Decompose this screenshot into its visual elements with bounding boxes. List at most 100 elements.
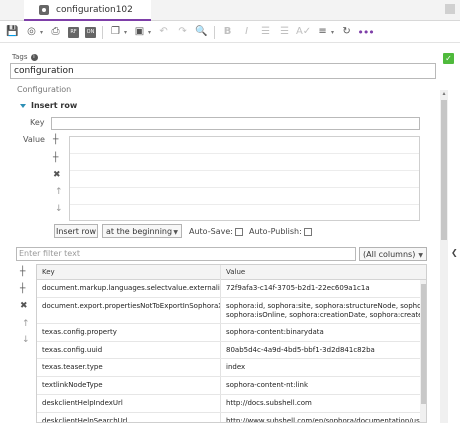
editor-toolbar: 💾 ◎ ▾ ⎙ RF ON ❐ ▾ ▣ ▾ ↶ ↷ 🔍 B I ☰ ☰ A✓ ≡… [0, 22, 460, 43]
image-dropdown-icon[interactable]: ▾ [148, 29, 151, 36]
cell-value: sophora:id, sophora:site, sophora:struct… [220, 297, 426, 323]
add-row-above-icon[interactable]: ┼ [53, 136, 58, 145]
info-icon[interactable]: i [30, 53, 38, 61]
cell-value-line: sophora-content-nt:link [226, 381, 309, 390]
italic-icon[interactable]: I [240, 26, 253, 39]
cell-value: 72f9afa3-c14f-3705-b2d1-22ec609a1c1a [220, 280, 426, 297]
cell-value-line: http://www.subshell.com/en/sophora/docum… [226, 416, 426, 423]
table-row[interactable]: texas.config.uuid 80ab5d4c-4a9d-4bd5-bbf1… [37, 341, 426, 360]
refresh-icon[interactable]: ↻ [340, 26, 353, 39]
undo-icon[interactable]: ↶ [157, 26, 170, 39]
insert-row-heading: Insert row [31, 101, 78, 110]
window-control[interactable] [445, 4, 455, 14]
scroll-up-icon[interactable]: ▴ [440, 90, 448, 98]
auto-publish-checkbox[interactable] [303, 227, 312, 236]
table-scrollbar[interactable] [420, 280, 426, 422]
find-icon[interactable]: 🔍 [195, 26, 208, 39]
align-dropdown-icon[interactable]: ▾ [331, 29, 334, 36]
cell-value-line: http://docs.subshell.com [226, 399, 312, 407]
cell-key: texas.teaser.type [42, 363, 103, 372]
bold-icon[interactable]: B [221, 26, 234, 39]
more-icon[interactable]: ••• [357, 26, 374, 39]
key-value-table: Key Value document.markup.languages.sele… [36, 264, 427, 423]
delete-row-icon[interactable]: ✖ [53, 171, 61, 180]
tags-input[interactable]: configuration [10, 63, 436, 79]
auto-publish-label: Auto-Publish: [249, 227, 302, 236]
print-icon[interactable]: ⎙ [49, 26, 62, 39]
cell-value-line: sophora-content:binarydata [226, 327, 324, 336]
auto-save-label: Auto-Save: [189, 227, 233, 236]
value-grid[interactable] [69, 136, 420, 221]
auto-save-option[interactable]: Auto-Save: [189, 227, 243, 236]
cell-value: http://docs.subshell.com [220, 395, 426, 412]
tab-title: configuration102 [56, 4, 133, 15]
auto-publish-option[interactable]: Auto-Publish: [249, 227, 312, 236]
grid-line [70, 170, 419, 171]
auto-save-checkbox[interactable] [234, 227, 243, 236]
cell-value-line: 72f9afa3-c14f-3705-b2d1-22ec609a1c1a [226, 284, 370, 292]
add-row-below-icon[interactable]: ┼ [20, 285, 25, 294]
image-icon[interactable]: ▣ [133, 26, 146, 39]
move-down-icon[interactable]: ↓ [22, 336, 30, 345]
cell-key: deskclientHelpIndexUrl [42, 399, 123, 407]
table-row[interactable]: document.markup.languages.selectvalue.ex… [37, 280, 426, 298]
cell-value-line: index [226, 363, 246, 372]
add-row-below-icon[interactable]: ┼ [53, 154, 58, 163]
on-icon[interactable]: ON [85, 26, 97, 38]
move-down-icon[interactable]: ↓ [55, 205, 63, 214]
spellcheck-icon[interactable]: A✓ [296, 26, 311, 39]
key-label: Key [30, 118, 45, 127]
table-row[interactable]: textlinkNodeType sophora-content-nt:link [37, 377, 426, 395]
filter-input[interactable]: Enter filter text [16, 247, 356, 261]
table-row[interactable]: deskclientHelpSearchUrl http://www.subshe… [37, 412, 426, 423]
cell-value: sophora-content:binarydata [220, 323, 426, 341]
cell-key: document.markup.languages.selectvalue.ex… [42, 284, 220, 292]
form-scrollbar[interactable]: ▴ [440, 90, 448, 423]
save-icon[interactable]: 💾 [6, 26, 19, 39]
copy-icon[interactable]: ❐ [109, 26, 122, 39]
move-up-icon[interactable]: ↑ [22, 320, 30, 329]
section-label: Configuration [17, 85, 72, 94]
tab-bar: configuration102 [0, 0, 460, 21]
scrollbar-thumb[interactable] [441, 100, 447, 240]
bullet-list-icon[interactable]: ☰ [259, 26, 272, 39]
cell-key: document.export.propertiesNotToExportInS… [42, 301, 220, 310]
cell-value: sophora-content-nt:link [220, 377, 426, 394]
copy-dropdown-icon[interactable]: ▾ [124, 29, 127, 36]
chevron-down-icon: ▼ [418, 252, 423, 259]
valid-check-icon[interactable]: ✓ [443, 53, 454, 64]
globe-dropdown-icon[interactable]: ▾ [40, 29, 43, 36]
move-up-icon[interactable]: ↑ [55, 188, 63, 197]
cell-key: deskclientHelpSearchUrl [42, 416, 128, 423]
key-input[interactable] [51, 117, 420, 130]
toolbar-separator [102, 25, 104, 39]
grid-line [70, 153, 419, 154]
table-scrollbar-thumb[interactable] [421, 284, 426, 404]
position-select-value: at the beginning [106, 226, 173, 236]
chevron-down-icon: ▼ [173, 229, 178, 236]
table-row[interactable]: document.export.propertiesNotToExportInS… [37, 297, 426, 324]
redo-icon[interactable]: ↷ [176, 26, 189, 39]
delete-row-icon[interactable]: ✖ [20, 302, 28, 311]
insert-row-toggle[interactable]: Insert row [20, 101, 77, 110]
add-row-above-icon[interactable]: ┼ [20, 268, 25, 277]
caret-down-icon [20, 103, 26, 108]
cell-value: 80ab5d4c-4a9d-4bd5-bbf1-3d2d841c82ba [220, 341, 426, 359]
insert-row-button[interactable]: Insert row [54, 224, 98, 238]
collapse-panel-icon[interactable]: ❮ [451, 248, 458, 257]
table-row[interactable]: texas.teaser.type index [37, 359, 426, 378]
tab-configuration102[interactable]: configuration102 [24, 0, 151, 21]
numbered-list-icon[interactable]: ☰ [278, 26, 291, 39]
column-header-value[interactable]: Value [220, 265, 426, 280]
value-label: Value [23, 135, 45, 144]
rf-icon[interactable]: RF [68, 26, 80, 38]
column-header-key[interactable]: Key [37, 265, 220, 280]
columns-select[interactable]: (All columns) ▼ [359, 247, 427, 261]
globe-icon[interactable]: ◎ [25, 26, 38, 39]
table-row[interactable]: texas.config.property sophora-content:bin… [37, 323, 426, 342]
cell-key: textlinkNodeType [42, 381, 103, 390]
table-row[interactable]: deskclientHelpIndexUrl http://docs.subshe… [37, 395, 426, 413]
position-select[interactable]: at the beginning ▼ [102, 224, 182, 238]
document-icon [39, 4, 49, 15]
align-icon[interactable]: ≡ [316, 26, 329, 39]
